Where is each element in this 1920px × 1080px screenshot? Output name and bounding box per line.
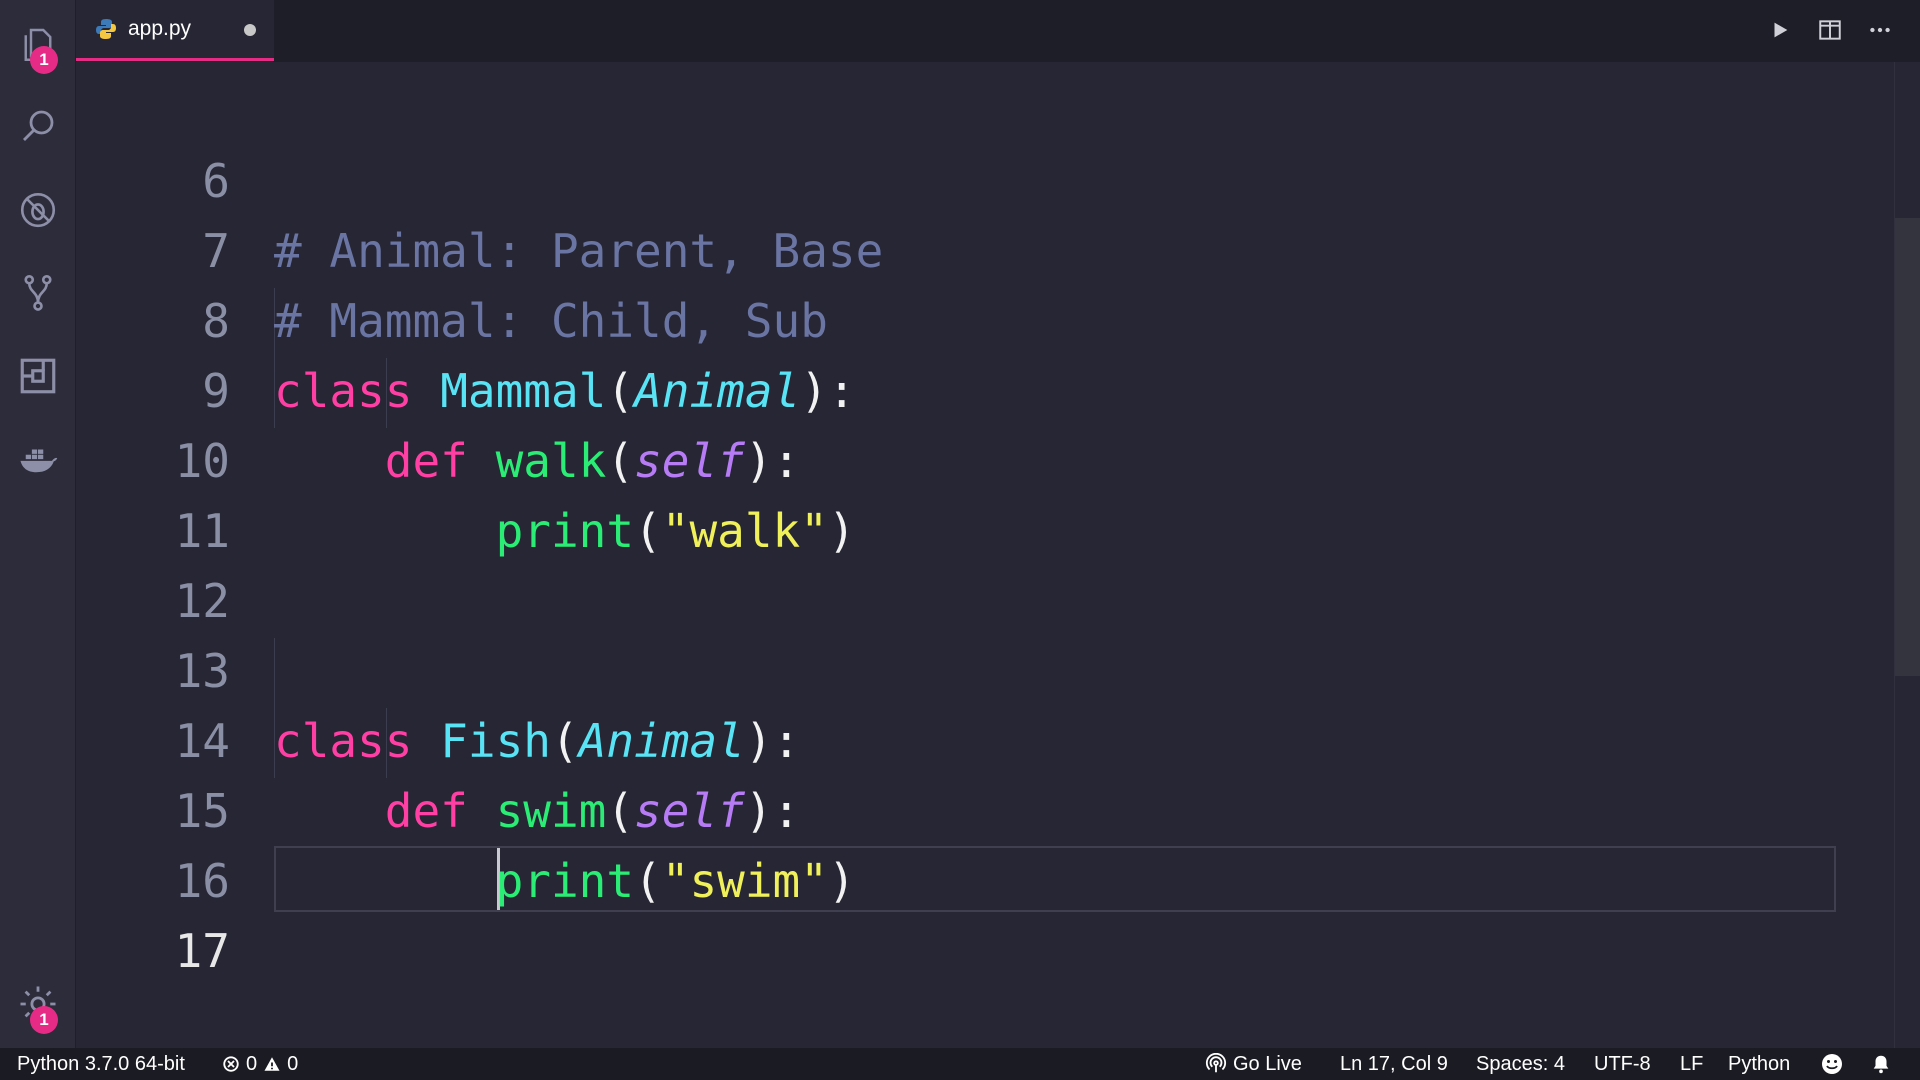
code-line[interactable]: 7 # Mammal: Child, Sub [76, 146, 1836, 348]
language-label: Python [1728, 1052, 1791, 1075]
broadcast-icon [1205, 1053, 1227, 1073]
interpreter-label: Python 3.7.0 64-bit [17, 1052, 185, 1075]
tab-bar: app.py [76, 0, 1920, 62]
error-count: 0 [246, 1052, 258, 1075]
code-line[interactable]: 17 [76, 846, 1836, 978]
run-icon[interactable] [1762, 12, 1798, 48]
indentation-setting[interactable]: Spaces: 4 [1476, 1048, 1565, 1080]
extensions-icon[interactable] [0, 346, 75, 406]
code-line[interactable]: 8 class Mammal(Animal): [76, 216, 1836, 418]
code-editor[interactable]: 6 # Animal: Parent, Base 7 # Mammal: Chi… [76, 62, 1920, 1048]
unsaved-dot-icon[interactable] [244, 24, 256, 36]
settings-badge: 1 [30, 1006, 58, 1034]
explorer-icon[interactable]: 1 [0, 14, 75, 74]
code-line[interactable]: 12 [76, 496, 1836, 628]
activity-bar: 1 1 [0, 0, 76, 1048]
spaces-label: Spaces: 4 [1476, 1052, 1565, 1075]
code-line[interactable]: 11 [76, 426, 1836, 558]
warning-count: 0 [287, 1052, 299, 1075]
code-line[interactable]: 10 print("walk") [76, 356, 1836, 558]
language-mode[interactable]: Python [1728, 1048, 1790, 1080]
python-interpreter[interactable]: Python 3.7.0 64-bit [17, 1048, 185, 1080]
debug-icon[interactable] [0, 180, 75, 240]
code-line[interactable]: 13 class Fish(Animal): [76, 566, 1836, 768]
warning-icon [264, 1057, 280, 1071]
code-line[interactable]: 9 def walk(self): [76, 286, 1836, 488]
python-file-icon [96, 19, 116, 39]
status-bar: Python 3.7.0 64-bit 0 0 Go Live Ln 17, C… [0, 1048, 1920, 1080]
search-icon[interactable] [0, 96, 75, 156]
go-live-button[interactable]: Go Live [1205, 1048, 1302, 1080]
feedback-smiley-icon[interactable] [1820, 1048, 1844, 1080]
notifications-bell-icon[interactable] [1870, 1048, 1892, 1080]
error-icon [223, 1056, 239, 1072]
docker-icon[interactable] [0, 430, 75, 490]
tab-app-py[interactable]: app.py [76, 0, 274, 61]
problems-indicator[interactable]: 0 0 [222, 1048, 298, 1080]
settings-gear-icon[interactable]: 1 [0, 974, 75, 1034]
split-editor-icon[interactable] [1812, 12, 1848, 48]
scrollbar-thumb[interactable] [1895, 218, 1920, 676]
code-line[interactable]: 16 [76, 776, 1836, 908]
code-line[interactable]: 15 print("swim") [76, 706, 1836, 908]
explorer-badge: 1 [30, 46, 58, 74]
eol-label: LF [1680, 1052, 1704, 1075]
source-control-icon[interactable] [0, 262, 75, 322]
tab-label: app.py [128, 17, 192, 40]
cursor-position[interactable]: Ln 17, Col 9 [1340, 1048, 1448, 1080]
encoding-setting[interactable]: UTF-8 [1594, 1048, 1651, 1080]
code-line[interactable]: 14 def swim(self): [76, 636, 1836, 838]
go-live-label: Go Live [1233, 1052, 1302, 1075]
cursor-position-label: Ln 17, Col 9 [1340, 1052, 1448, 1075]
eol-setting[interactable]: LF [1680, 1048, 1703, 1080]
code-line[interactable]: 6 # Animal: Parent, Base [76, 76, 1836, 278]
more-actions-icon[interactable] [1862, 12, 1898, 48]
encoding-label: UTF-8 [1594, 1052, 1651, 1075]
line-number-active: 17 [174, 924, 230, 978]
